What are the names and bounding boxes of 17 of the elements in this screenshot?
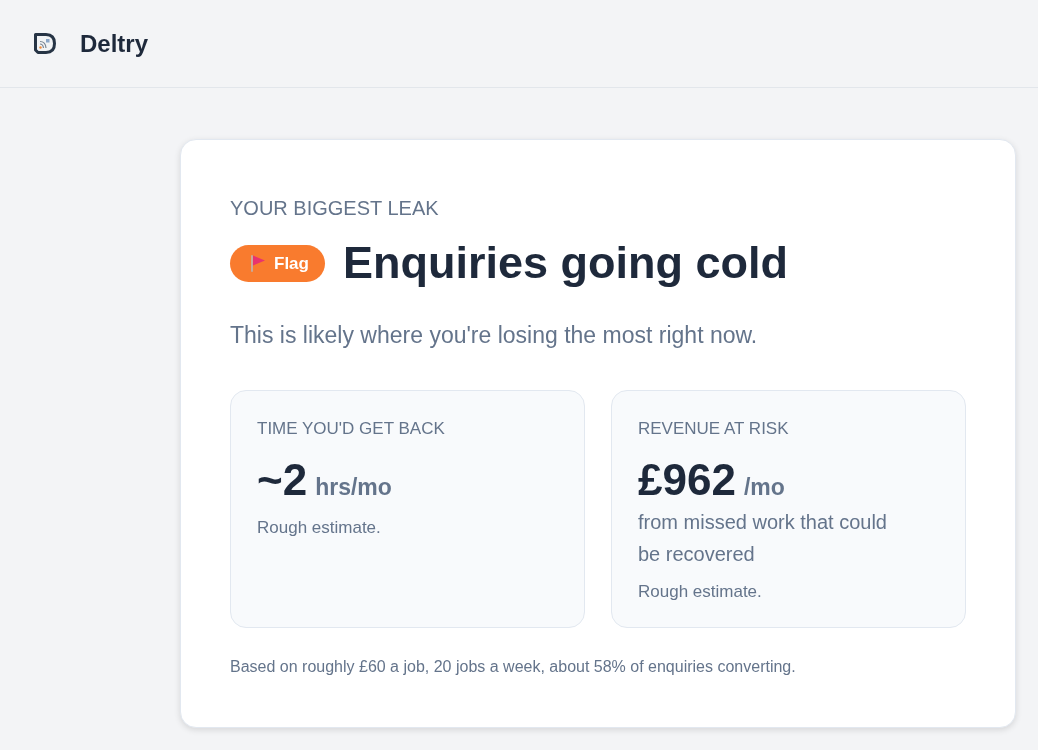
- stat-label: REVENUE AT RISK: [638, 418, 789, 440]
- brand-name: Deltry: [80, 31, 149, 56]
- stat-value: £962: [638, 454, 736, 506]
- stat-detail: from missed work that could be recovered: [638, 510, 888, 567]
- leak-subtitle: This is likely where you're losing the most right now.: [230, 321, 758, 350]
- stat-value: ~2: [257, 454, 308, 506]
- logo-icon: [34, 33, 56, 54]
- stat-unit: hrs/mo: [315, 473, 392, 502]
- stat-label: TIME YOU'D GET BACK: [257, 418, 445, 440]
- stat-note: Rough estimate.: [257, 517, 381, 539]
- leak-title: Enquiries going cold: [342, 236, 788, 290]
- badge-label: Flag: [274, 254, 309, 272]
- flag-icon: [250, 254, 266, 272]
- footnote-text: Based on roughly £60 a job, 20 jobs a week, about 58% of enquiries converting.: [230, 657, 796, 677]
- stat-unit: /mo: [743, 473, 785, 502]
- stat-note: Rough estimate.: [638, 581, 762, 603]
- eyebrow-label: YOUR BIGGEST LEAK: [230, 196, 439, 221]
